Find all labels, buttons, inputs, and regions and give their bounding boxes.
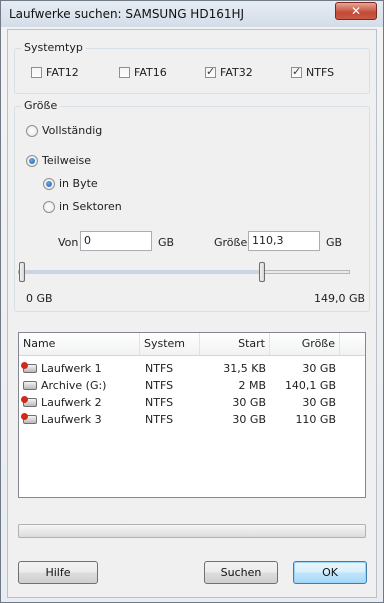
row-system: NTFS: [145, 379, 174, 392]
von-input[interactable]: 0: [80, 231, 152, 251]
fat12-label: FAT12: [46, 66, 79, 79]
close-button[interactable]: ✕: [335, 2, 377, 20]
row-start: 2 MB: [238, 379, 266, 392]
column-header-name[interactable]: Name: [19, 333, 140, 355]
row-start: 30 GB: [232, 396, 266, 409]
partition-list[interactable]: Name System Start Größe Laufwerk 1 NTFS 31…: [18, 332, 366, 498]
row-size: 30 GB: [302, 396, 336, 409]
vollstaendig-radio-dot[interactable]: [26, 124, 38, 137]
systemtyp-legend: Systemtyp: [21, 41, 86, 54]
ok-button[interactable]: OK: [293, 561, 367, 584]
slider-min-label: 0 GB: [26, 292, 53, 305]
column-header-groesse[interactable]: Größe: [270, 333, 340, 355]
teilweise-label: Teilweise: [42, 154, 92, 167]
row-size: 110 GB: [295, 413, 336, 426]
fat32-checkbox-box[interactable]: [205, 65, 216, 78]
radio-teilweise[interactable]: Teilweise: [26, 154, 91, 167]
checkbox-fat32[interactable]: FAT32: [205, 65, 253, 79]
list-item[interactable]: Laufwerk 1 NTFS 31,5 KB 30 GB: [19, 360, 365, 377]
von-label: Von: [58, 236, 79, 249]
dialog-window: Laufwerke suchen: SAMSUNG HD161HJ ✕ Syst…: [0, 0, 384, 603]
in-sektoren-radio-dot[interactable]: [43, 200, 55, 213]
column-header-start[interactable]: Start: [200, 333, 270, 355]
size-unit-label: GB: [326, 236, 343, 249]
row-name: Archive (G:): [41, 379, 107, 392]
row-start: 30 GB: [232, 413, 266, 426]
size-range-slider-selection: [25, 270, 259, 274]
row-start: 31,5 KB: [223, 362, 266, 375]
slider-start-handle[interactable]: [19, 262, 25, 282]
slider-end-handle[interactable]: [258, 262, 265, 282]
checkbox-fat16[interactable]: FAT16: [119, 66, 167, 79]
fat16-label: FAT16: [134, 66, 167, 79]
in-byte-radio-dot[interactable]: [43, 177, 55, 190]
search-button[interactable]: Suchen: [204, 561, 278, 584]
teilweise-radio-dot[interactable]: [26, 154, 38, 167]
list-header: Name System Start Größe: [19, 333, 365, 356]
size-label: Größe: [214, 236, 248, 249]
column-header-system[interactable]: System: [140, 333, 200, 355]
dialog-client-area: Systemtyp FAT12 FAT16 FAT32 NTFS Größe: [7, 29, 377, 598]
list-item[interactable]: Laufwerk 2 NTFS 30 GB 30 GB: [19, 394, 365, 411]
row-size: 140,1 GB: [284, 379, 336, 392]
in-sektoren-label: in Sektoren: [59, 200, 122, 213]
checkbox-fat12[interactable]: FAT12: [31, 66, 79, 79]
in-byte-label: in Byte: [59, 177, 98, 190]
fat12-checkbox-box[interactable]: [31, 67, 42, 78]
help-button[interactable]: Hilfe: [18, 561, 98, 584]
radio-in-byte[interactable]: in Byte: [43, 177, 98, 190]
fat32-label: FAT32: [220, 66, 253, 79]
row-system: NTFS: [145, 413, 174, 426]
drive-error-icon: [21, 413, 37, 424]
row-system: NTFS: [145, 362, 174, 375]
slider-max-label: 149,0 GB: [314, 292, 366, 305]
radio-in-sektoren[interactable]: in Sektoren: [43, 200, 122, 213]
vollstaendig-label: Vollständig: [42, 124, 103, 137]
row-name: Laufwerk 3: [41, 413, 102, 426]
drive-icon: [23, 381, 37, 390]
row-name: Laufwerk 1: [41, 362, 102, 375]
ntfs-label: NTFS: [306, 66, 335, 79]
checkbox-ntfs[interactable]: NTFS: [291, 65, 335, 79]
title-bar[interactable]: Laufwerke suchen: SAMSUNG HD161HJ ✕: [1, 1, 383, 27]
list-item[interactable]: Archive (G:) NTFS 2 MB 140,1 GB: [19, 377, 365, 394]
row-size: 30 GB: [302, 362, 336, 375]
radio-vollstaendig[interactable]: Vollständig: [26, 124, 102, 137]
row-name: Laufwerk 2: [41, 396, 102, 409]
window-title: Laufwerke suchen: SAMSUNG HD161HJ: [9, 7, 245, 21]
row-system: NTFS: [145, 396, 174, 409]
list-item[interactable]: Laufwerk 3 NTFS 30 GB 110 GB: [19, 411, 365, 428]
von-unit-label: GB: [158, 236, 175, 249]
groesse-legend: Größe: [21, 99, 61, 112]
size-input[interactable]: 110,3: [248, 231, 320, 251]
systemtyp-group: Systemtyp FAT12 FAT16 FAT32 NTFS: [14, 41, 370, 94]
search-progress-bar: [18, 524, 366, 538]
ntfs-checkbox-box[interactable]: [291, 65, 302, 78]
fat16-checkbox-box[interactable]: [119, 67, 130, 78]
drive-error-icon: [21, 362, 37, 373]
drive-error-icon: [21, 396, 37, 407]
